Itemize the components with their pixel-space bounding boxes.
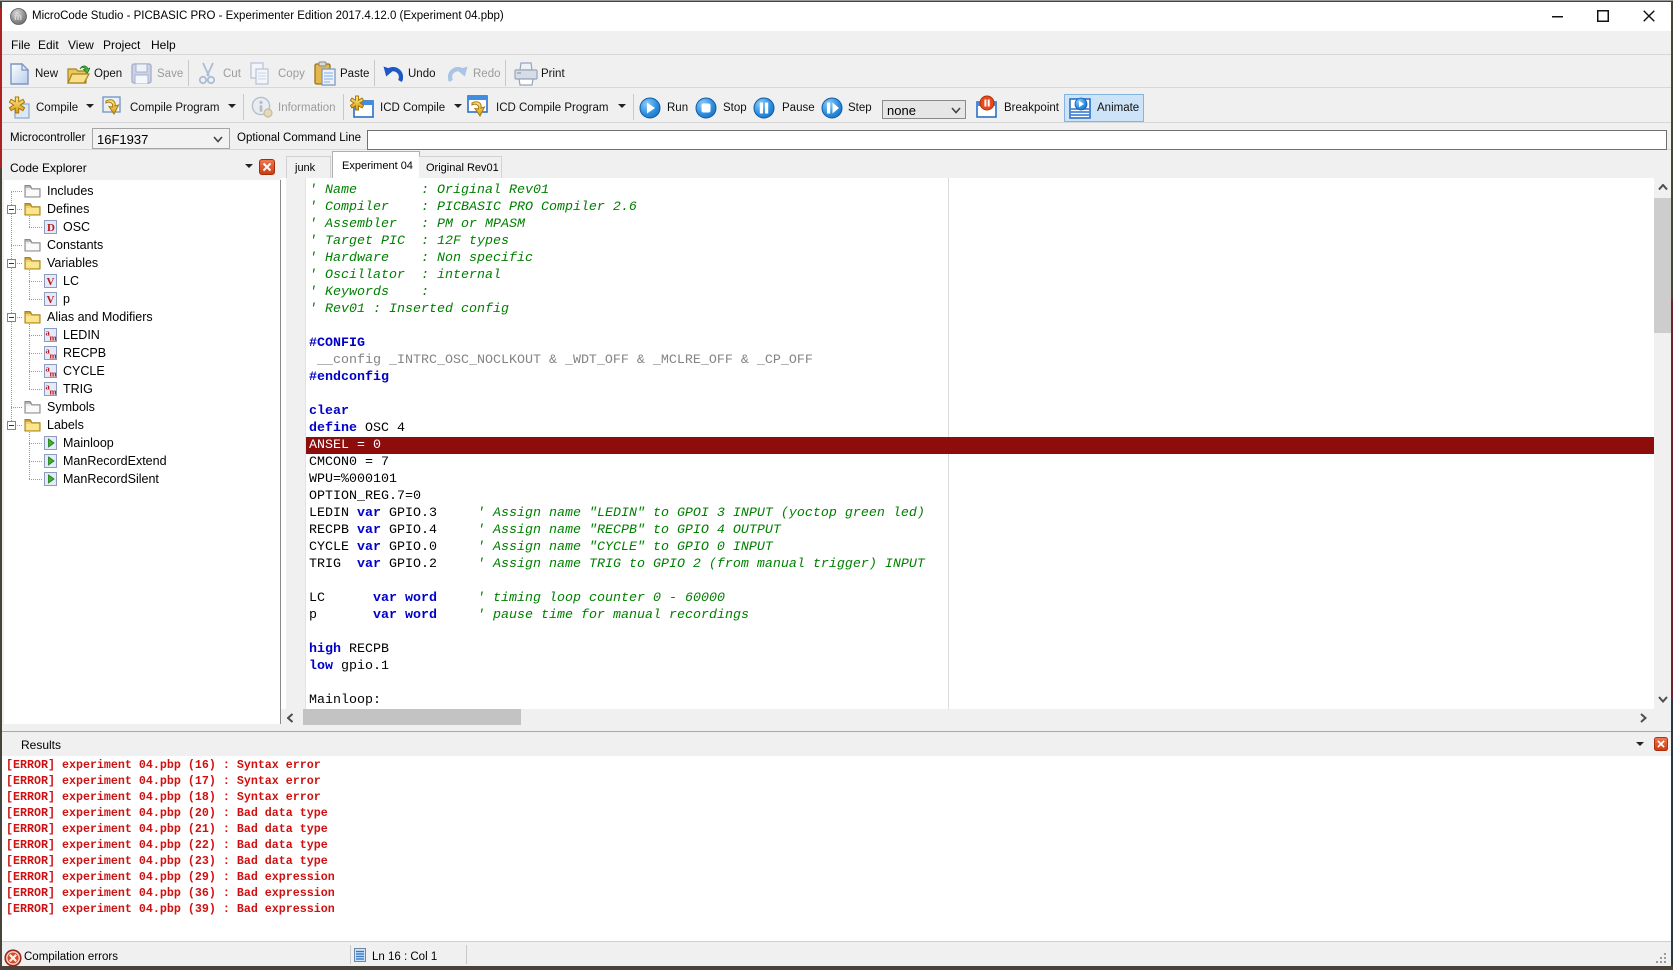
svg-text:m: m [50,351,57,361]
svg-text:m: m [50,387,57,397]
svg-text:m: m [14,12,22,22]
svg-text:D: D [47,222,55,234]
svg-text:m: m [50,333,57,343]
svg-text:m: m [50,369,57,379]
svg-text:V: V [47,276,55,288]
svg-text:V: V [47,294,55,306]
